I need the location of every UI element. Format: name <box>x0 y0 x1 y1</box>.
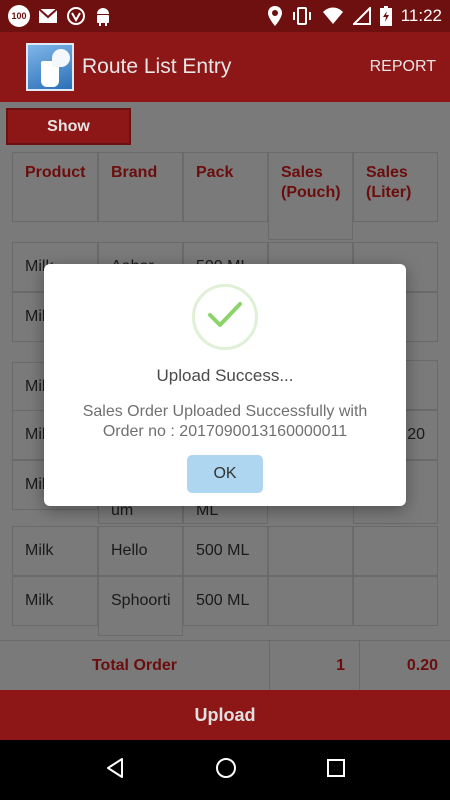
total-pouch-value: 1 <box>270 641 360 691</box>
gmail-icon <box>38 8 58 24</box>
signal-icon <box>352 7 371 25</box>
status-time: 11:22 <box>400 6 442 25</box>
header-brand: Brand <box>98 152 183 222</box>
header-pack: Pack <box>183 152 268 222</box>
upload-button[interactable]: Upload <box>0 690 450 740</box>
sales-pouch-input[interactable] <box>268 576 353 626</box>
dialog-message: Sales Order Uploaded Successfully with O… <box>82 403 368 440</box>
upload-success-dialog: Upload Success... Sales Order Uploaded S… <box>44 264 406 506</box>
table-cell: Sphoorti <box>98 576 183 636</box>
sales-liter-input[interactable] <box>353 526 438 576</box>
notification-100-icon: 100 <box>8 5 30 27</box>
header-sales-pouch: Sales (Pouch) <box>268 152 353 240</box>
status-bar: 100 11:22 <box>0 0 450 32</box>
total-liter-value: 0.20 <box>406 657 438 674</box>
home-icon[interactable] <box>214 756 238 785</box>
table-cell: 500 ML <box>183 576 268 626</box>
show-button[interactable]: Show <box>6 108 131 145</box>
table-cell: 500 ML <box>183 526 268 576</box>
table-cell: Milk <box>12 576 98 626</box>
vibrate-icon <box>291 7 313 25</box>
success-badge <box>192 284 258 350</box>
recents-icon[interactable] <box>325 757 347 784</box>
total-order-bar: Total Order 1 0.20 <box>0 640 450 691</box>
shield-v-icon <box>66 6 86 26</box>
sales-pouch-input[interactable] <box>268 526 353 576</box>
sales-liter-input[interactable] <box>353 576 438 626</box>
location-icon <box>267 6 282 26</box>
table-cell: Milk <box>12 526 98 576</box>
wifi-icon <box>322 7 344 25</box>
check-icon <box>207 301 243 334</box>
app-bar: Route List Entry REPORT <box>0 32 450 102</box>
ok-button[interactable]: OK <box>187 455 263 493</box>
nav-bar <box>0 740 450 800</box>
milk-logo-icon <box>26 43 74 91</box>
battery-charging-icon <box>379 6 392 26</box>
android-icon <box>94 6 112 26</box>
header-sales-liter: Sales (Liter) <box>353 152 438 222</box>
back-icon[interactable] <box>103 756 127 785</box>
report-button[interactable]: REPORT <box>370 58 436 76</box>
table-cell: Hello <box>98 526 183 576</box>
total-order-label: Total Order <box>0 641 270 691</box>
app-title: Route List Entry <box>82 55 232 78</box>
header-product: Product <box>12 152 98 222</box>
dialog-title: Upload Success... <box>156 366 294 385</box>
